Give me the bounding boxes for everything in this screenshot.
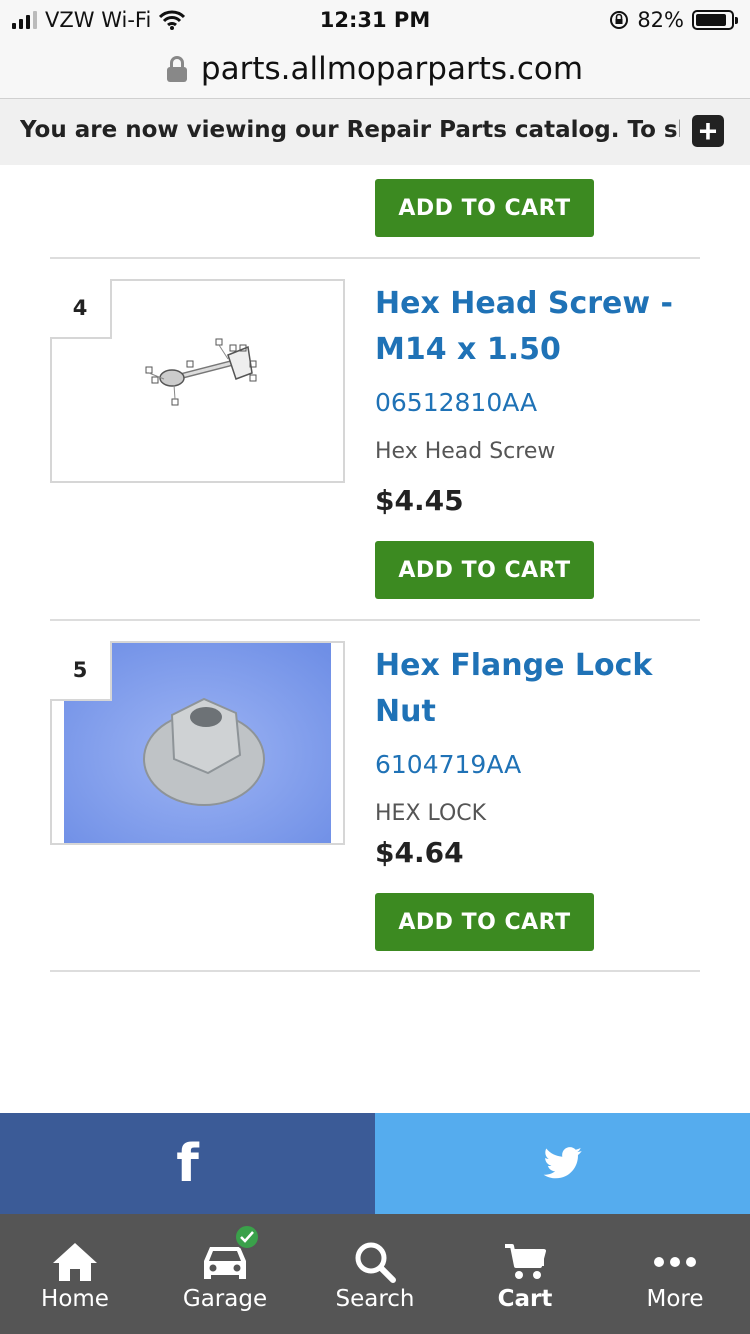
tab-search[interactable]: Search (300, 1214, 450, 1334)
social-bar: f (0, 1113, 750, 1214)
tab-label: More (646, 1286, 704, 1312)
item-number: 5 (50, 641, 112, 701)
twitter-button[interactable] (375, 1113, 750, 1214)
divider (50, 970, 700, 972)
tab-label: Search (335, 1286, 415, 1312)
more-icon (645, 1238, 705, 1286)
cart-icon (495, 1238, 555, 1286)
status-right: 82% (609, 8, 738, 32)
bottom-nav: Home Garage Search Cart More (0, 1214, 750, 1334)
product-title-link[interactable]: Hex Head Screw - M14 x 1.50 (375, 281, 715, 373)
product-price: $4.64 (375, 836, 464, 869)
battery-percent: 82% (637, 8, 684, 32)
part-number-link[interactable]: 6104719AA (375, 750, 521, 779)
tab-label: Home (41, 1286, 109, 1312)
add-to-cart-button[interactable]: ADD TO CART (375, 179, 594, 237)
product-price: $4.45 (375, 484, 464, 517)
product-thumbnail[interactable]: 4 (50, 279, 345, 483)
product-thumbnail[interactable]: 5 (50, 641, 345, 845)
battery-icon (692, 10, 738, 30)
divider (50, 619, 700, 621)
orientation-lock-icon (610, 11, 629, 29)
address-bar[interactable]: parts.allmoparparts.com (0, 40, 750, 99)
tab-home[interactable]: Home (0, 1214, 150, 1334)
lock-icon (166, 56, 187, 82)
product-title-link[interactable]: Hex Flange Lock Nut (375, 643, 715, 735)
twitter-icon (543, 1146, 582, 1178)
product-description: Hex Head Screw (375, 439, 556, 464)
tab-label: Garage (182, 1286, 268, 1312)
divider (50, 257, 700, 259)
facebook-icon: f (176, 1133, 199, 1194)
tab-cart[interactable]: Cart (450, 1214, 600, 1334)
url-text: parts.allmoparparts.com (200, 51, 584, 87)
notice-text: You are now viewing our Repair Parts cat… (20, 117, 680, 143)
checkmark-badge-icon (234, 1224, 260, 1250)
add-to-cart-button[interactable]: ADD TO CART (375, 541, 594, 599)
expand-notice-button[interactable]: + (692, 115, 724, 147)
part-number-link[interactable]: 06512810AA (375, 388, 537, 417)
add-to-cart-button[interactable]: ADD TO CART (375, 893, 594, 951)
facebook-button[interactable]: f (0, 1113, 375, 1214)
tab-more[interactable]: More (600, 1214, 750, 1334)
tab-label: Cart (497, 1286, 553, 1312)
home-icon (45, 1238, 105, 1286)
item-number: 4 (50, 279, 112, 339)
tab-garage[interactable]: Garage (150, 1214, 300, 1334)
product-description: HEX LOCK (375, 801, 487, 826)
catalog-notice-banner: You are now viewing our Repair Parts cat… (0, 99, 750, 165)
search-icon (345, 1238, 405, 1286)
status-bar: VZW Wi-Fi 12:31 PM 82% (0, 0, 750, 40)
